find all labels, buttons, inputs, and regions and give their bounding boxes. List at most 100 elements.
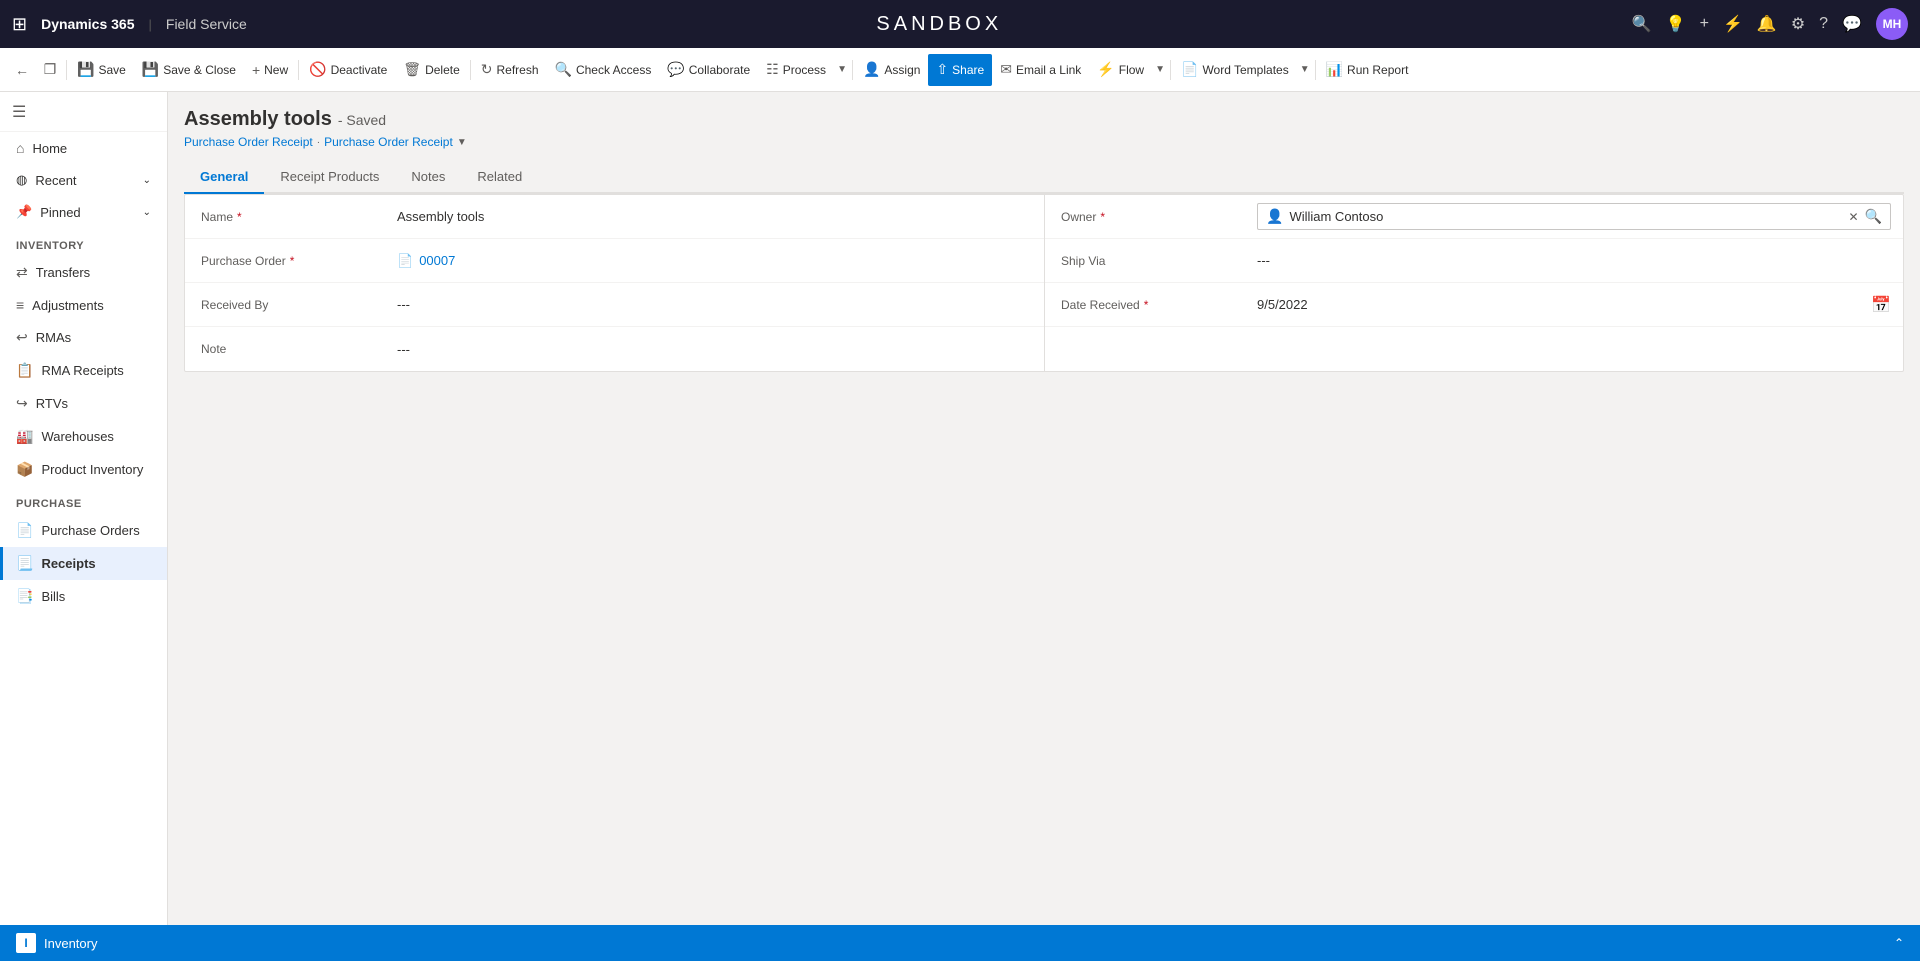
bottom-bar-chevron-icon[interactable]: ⌃: [1894, 936, 1904, 950]
sidebar: ☰ ⌂ Home ◍ Recent ⌄ 📌 Pinned ⌄ Inventory…: [0, 92, 168, 961]
delete-button[interactable]: 🗑 Delete: [395, 54, 467, 86]
sidebar-recent[interactable]: ◍ Recent ⌄: [0, 164, 167, 196]
settings-icon[interactable]: ⚙: [1791, 14, 1805, 34]
tab-related[interactable]: Related: [461, 161, 538, 194]
purchase-orders-label: Purchase Orders: [41, 523, 139, 538]
field-row-received-by: Received By ---: [185, 283, 1044, 327]
bottom-bar-icon: I: [16, 933, 36, 953]
po-value[interactable]: 📄 00007: [385, 239, 1044, 282]
rmas-label: RMAs: [36, 330, 71, 345]
top-nav-icons: 🔍 💡 + ⚡ 🔔 ⚙ ? 💬 MH: [1632, 8, 1908, 40]
recent-icon: ◍: [16, 172, 27, 188]
brand-name: Dynamics 365: [41, 16, 134, 32]
transfers-icon: ⇄: [16, 264, 28, 281]
run-report-button[interactable]: 📊 Run Report: [1318, 54, 1417, 86]
home-icon: ⌂: [16, 140, 24, 156]
breadcrumb-link-1[interactable]: Purchase Order Receipt: [184, 135, 313, 149]
toolbar: ← ❐ 💾 Save 💾 Save & Close + New 🚫 Deacti…: [0, 48, 1920, 92]
email-link-button[interactable]: ✉ Email a Link: [992, 54, 1089, 86]
field-row-note: Note ---: [185, 327, 1044, 371]
chat-icon[interactable]: 💬: [1842, 14, 1862, 34]
breadcrumb-link-2[interactable]: Purchase Order Receipt: [324, 135, 453, 149]
main-content: Assembly tools - Saved Purchase Order Re…: [168, 92, 1920, 961]
tab-notes[interactable]: Notes: [395, 161, 461, 194]
date-received-field: 9/5/2022 📅: [1245, 283, 1903, 326]
detach-button[interactable]: ❐: [36, 56, 64, 84]
flow-button[interactable]: ⚡ Flow: [1089, 54, 1152, 86]
tab-general[interactable]: General: [184, 161, 264, 194]
sidebar-item-rmas[interactable]: ↩ RMAs: [0, 321, 167, 354]
sidebar-toggle[interactable]: ☰: [0, 92, 167, 132]
po-link[interactable]: 00007: [419, 253, 455, 268]
warehouses-label: Warehouses: [41, 429, 114, 444]
share-icon: ⇧: [936, 61, 948, 78]
owner-name: William Contoso: [1289, 209, 1842, 224]
refresh-button[interactable]: ↻ Refresh: [473, 54, 547, 86]
form-section-right: Owner * 👤 William Contoso ✕ 🔍: [1045, 195, 1903, 371]
rtvs-icon: ↪: [16, 395, 28, 412]
field-row-empty: [1045, 327, 1903, 371]
process-chevron[interactable]: ▼: [834, 54, 850, 86]
date-value: 9/5/2022: [1257, 297, 1865, 312]
sidebar-item-warehouses[interactable]: 🏭 Warehouses: [0, 420, 167, 453]
calendar-button[interactable]: 📅: [1871, 295, 1891, 315]
name-required: *: [237, 210, 242, 224]
field-row-owner: Owner * 👤 William Contoso ✕ 🔍: [1045, 195, 1903, 239]
plus-icon[interactable]: +: [1700, 15, 1709, 33]
product-inventory-label: Product Inventory: [41, 462, 143, 477]
save-close-icon: 💾: [142, 61, 159, 78]
sidebar-item-rtvs[interactable]: ↪ RTVs: [0, 387, 167, 420]
sidebar-item-home[interactable]: ⌂ Home: [0, 132, 167, 164]
deactivate-button[interactable]: 🚫 Deactivate: [301, 54, 395, 86]
name-label: Name *: [185, 195, 385, 238]
home-label: Home: [32, 141, 67, 156]
sidebar-item-purchase-orders[interactable]: 📄 Purchase Orders: [0, 514, 167, 547]
share-button[interactable]: ⇧ Share: [928, 54, 992, 86]
po-icon: 📄: [397, 253, 413, 269]
bell-icon[interactable]: 🔔: [1757, 14, 1777, 34]
flow-chevron[interactable]: ▼: [1152, 54, 1168, 86]
owner-search-button[interactable]: 🔍: [1865, 208, 1882, 225]
sidebar-item-product-inventory[interactable]: 📦 Product Inventory: [0, 453, 167, 486]
word-icon: 📄: [1181, 61, 1198, 78]
tab-receipt-products[interactable]: Receipt Products: [264, 161, 395, 194]
purchase-section-header: Purchase: [0, 486, 167, 514]
sidebar-item-adjustments[interactable]: ≡ Adjustments: [0, 289, 167, 321]
owner-field[interactable]: 👤 William Contoso ✕ 🔍: [1257, 203, 1891, 230]
bottom-bar: I Inventory ⌃: [0, 925, 1920, 961]
pinned-label: Pinned: [40, 205, 80, 220]
email-icon: ✉: [1000, 61, 1012, 78]
breadcrumb-dropdown-icon[interactable]: ▼: [457, 137, 467, 148]
save-button[interactable]: 💾 Save: [69, 54, 134, 86]
help-icon[interactable]: ?: [1819, 15, 1828, 33]
filter-icon[interactable]: ⚡: [1723, 14, 1743, 34]
waffle-icon[interactable]: ⊞: [12, 14, 27, 35]
assign-button[interactable]: 👤 Assign: [855, 54, 928, 86]
new-button[interactable]: + New: [244, 54, 296, 86]
date-received-label: Date Received *: [1045, 283, 1245, 326]
word-templates-button[interactable]: 📄 Word Templates: [1173, 54, 1297, 86]
adjustments-icon: ≡: [16, 297, 24, 313]
inventory-section-header: Inventory: [0, 228, 167, 256]
sidebar-item-transfers[interactable]: ⇄ Transfers: [0, 256, 167, 289]
sidebar-item-rma-receipts[interactable]: 📋 RMA Receipts: [0, 354, 167, 387]
sidebar-pinned[interactable]: 📌 Pinned ⌄: [0, 196, 167, 228]
back-button[interactable]: ←: [8, 56, 36, 84]
form-section-left: Name * Assembly tools Purchase Order * 📄…: [185, 195, 1044, 371]
sidebar-item-receipts[interactable]: 📃 Receipts: [0, 547, 167, 580]
word-templates-chevron[interactable]: ▼: [1297, 54, 1313, 86]
avatar[interactable]: MH: [1876, 8, 1908, 40]
owner-required: *: [1100, 210, 1105, 224]
sidebar-item-bills[interactable]: 📑 Bills: [0, 580, 167, 613]
transfers-label: Transfers: [36, 265, 90, 280]
owner-clear-button[interactable]: ✕: [1849, 210, 1859, 224]
rtvs-label: RTVs: [36, 396, 68, 411]
save-close-button[interactable]: 💾 Save & Close: [134, 54, 244, 86]
lightbulb-icon[interactable]: 💡: [1666, 14, 1686, 34]
search-icon[interactable]: 🔍: [1632, 14, 1652, 34]
purchase-orders-icon: 📄: [16, 522, 33, 539]
check-access-button[interactable]: 🔍 Check Access: [547, 54, 660, 86]
bottom-bar-label: Inventory: [44, 936, 97, 951]
collaborate-button[interactable]: 💬 Collaborate: [659, 54, 758, 86]
process-button[interactable]: ☷ Process: [758, 54, 834, 86]
